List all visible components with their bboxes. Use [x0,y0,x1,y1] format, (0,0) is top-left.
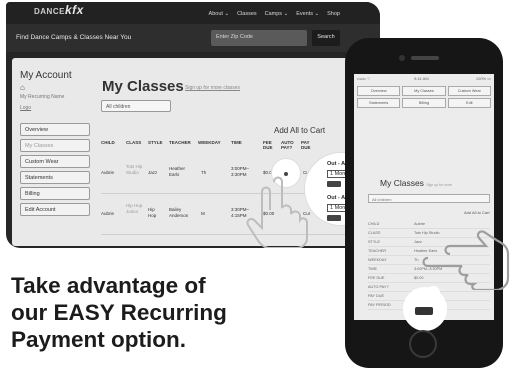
nav-item-events[interactable]: Events ⌄ [296,11,319,17]
speaker-icon [411,56,439,60]
menu-item-my-classes[interactable]: My Classes [402,86,446,96]
page-title: My Classes Sign up for more [380,178,453,188]
add-all-to-cart-button[interactable]: Add All to Cart [274,126,325,135]
table-header: CHILD CLASS STYLE TEACHER WEEKDAY TIME F… [101,140,371,150]
headline-line-1: Take advantage of [11,273,206,298]
menu-item-statements[interactable]: Statements [357,98,401,108]
pay-option-highlight [403,287,447,331]
menu-item-statements[interactable]: Statements [20,171,90,184]
home-button-icon[interactable] [409,330,437,358]
nav-item-camps[interactable]: Camps ⌄ [265,11,289,17]
col-pay-due: PAY DUE [301,140,311,150]
zip-input[interactable]: Enter Zip Code [211,30,307,46]
nav-item-classes[interactable]: Classes [237,11,257,17]
account-user: My Recurring Name Logo [20,94,65,111]
menu-item-billing[interactable]: Billing [20,187,90,200]
menu-item-edit[interactable]: Edit [447,98,491,108]
home-icon[interactable]: ⌂ [20,83,25,92]
menu-item-edit-account[interactable]: Edit Account [20,203,90,216]
account-content: My Account ⌂ My Recurring Name Logo Over… [12,58,374,246]
menu-item-custom-wear[interactable]: Custom Wear [447,86,491,96]
add-button[interactable] [327,181,341,187]
col-time: TIME [231,140,242,145]
phone-mockup: •••oo ⌔ 9:41 AM 100% ▭ Overview My Class… [345,38,503,368]
page-title: My Classes [102,78,184,95]
search-bar: Find Dance Camps & Classes Near You Ente… [6,24,380,52]
headline: Take advantage of our EASY Recurring Pay… [11,272,311,353]
col-weekday: WEEKDAY [198,140,221,145]
col-child: CHILD [101,140,115,145]
nav-item-shop[interactable]: Shop [327,11,340,17]
children-filter-select[interactable]: All children [368,194,490,203]
account-title: My Account [20,70,72,81]
add-button[interactable] [327,215,341,221]
col-auto-pay: AUTO PAY? [281,140,294,150]
headline-line-3: Payment option. [11,327,187,352]
add-button[interactable] [415,307,433,315]
col-fee-due: FEE DUE [263,140,273,150]
pointing-hand-icon [246,176,308,248]
account-menu: Overview My Classes Custom Wear Statemen… [20,123,90,219]
top-nav: DANCEkfx About ⌄ Classes Camps ⌄ Events … [6,2,380,24]
status-bar: •••oo ⌔ 9:41 AM 100% ▭ [357,76,491,81]
col-class: CLASS [126,140,142,145]
menu-item-custom-wear[interactable]: Custom Wear [20,155,90,168]
search-caption: Find Dance Camps & Classes Near You [16,34,132,41]
menu-item-my-classes[interactable]: My Classes [20,139,90,152]
pointing-hand-icon [422,230,510,290]
col-teacher: TEACHER [169,140,191,145]
signup-link[interactable]: Sign up for more [426,183,452,187]
signup-link[interactable]: Sign up for more classes [185,85,240,91]
col-style: STYLE [148,140,163,145]
headline-line-2: our EASY Recurring [11,300,227,325]
menu-item-overview[interactable]: Overview [20,123,90,136]
site-logo[interactable]: DANCEkfx [34,3,84,17]
menu-item-overview[interactable]: Overview [357,86,401,96]
menu-item-billing[interactable]: Billing [402,98,446,108]
add-all-to-cart-button[interactable]: Add All to Cart [464,210,490,215]
children-filter-select[interactable]: All children [101,100,171,112]
nav-menu: About ⌄ Classes Camps ⌄ Events ⌄ Shop [209,11,340,17]
camera-icon [399,55,405,61]
desktop-mockup: DANCEkfx About ⌄ Classes Camps ⌄ Events … [6,2,380,248]
search-button[interactable]: Search [312,30,340,46]
nav-item-about[interactable]: About ⌄ [209,11,230,17]
mobile-menu-grid: Overview My Classes Custom Wear Statemen… [357,86,491,110]
